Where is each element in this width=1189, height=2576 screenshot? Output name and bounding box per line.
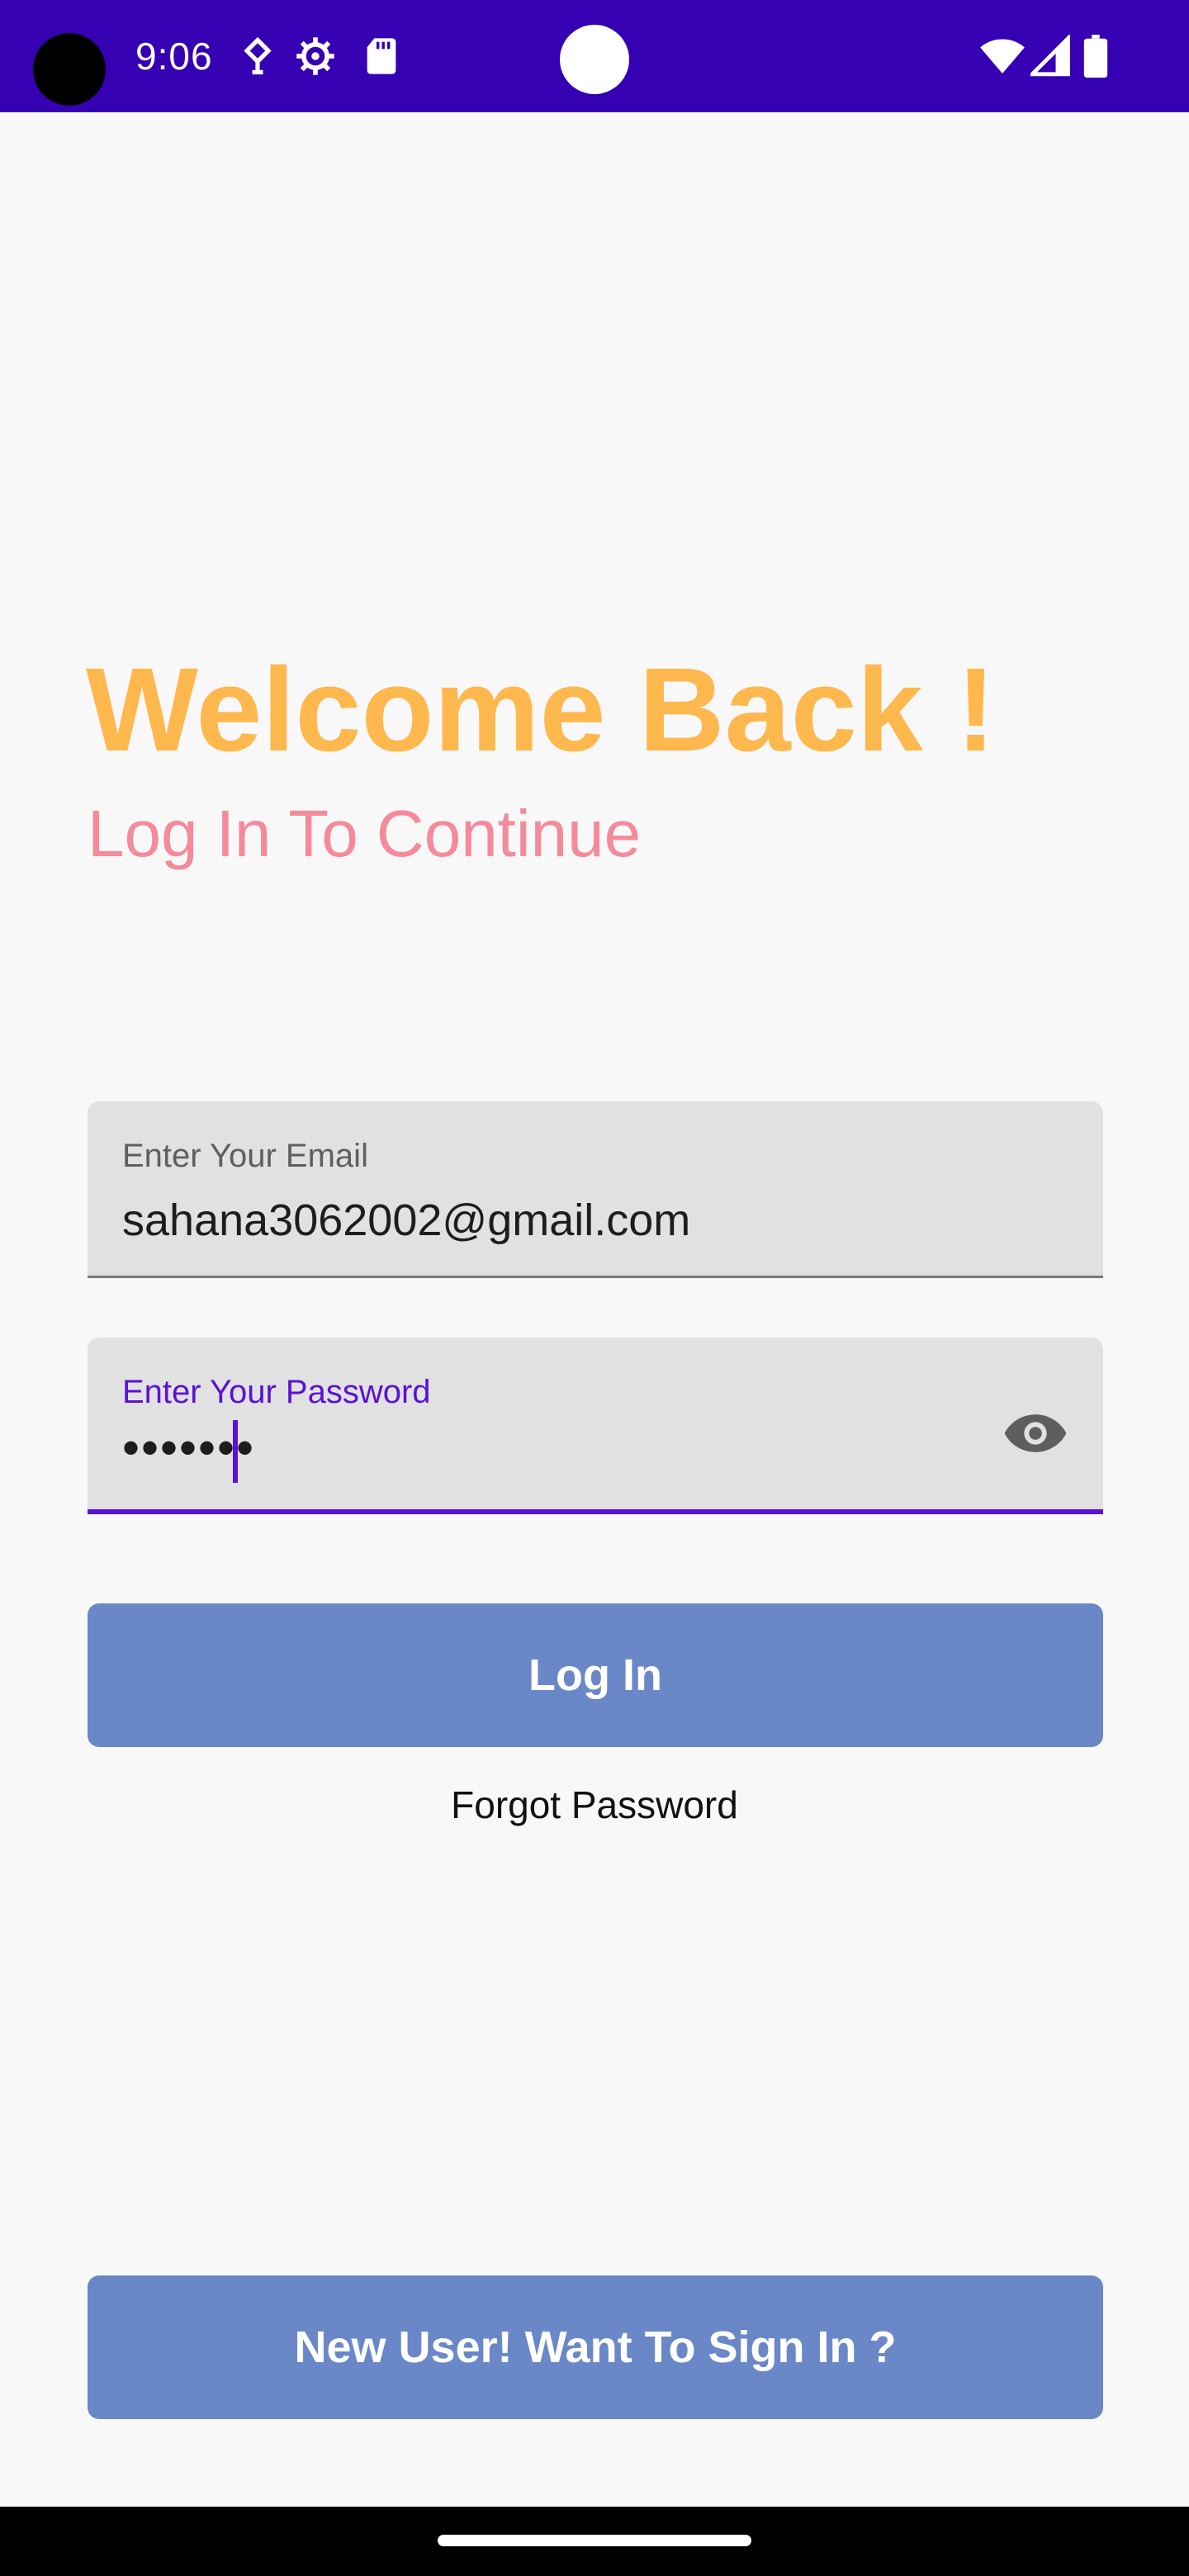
text-cursor [233,1420,238,1483]
welcome-title: Welcome Back ! [86,643,996,776]
sd-card-icon [360,35,403,78]
home-gesture-handle[interactable] [438,2535,751,2546]
login-screen: 9:06 Welcome Back ! Log In To Continue E… [0,0,1189,2576]
password-field-underline [88,1509,1103,1514]
password-field[interactable]: Enter Your Password ••••••• [88,1338,1103,1514]
email-field-label: Enter Your Email [122,1138,368,1174]
eye-icon[interactable] [1002,1400,1068,1466]
new-user-signup-button[interactable]: New User! Want To Sign In ? [88,2275,1103,2419]
battery-icon [1083,35,1108,78]
settings-gear-icon [294,35,337,78]
navigation-bar [0,2507,1189,2576]
password-field-label: Enter Your Password [122,1374,431,1410]
email-field[interactable]: Enter Your Email sahana3062002@gmail.com [88,1101,1103,1278]
camera-cutout [33,33,106,106]
welcome-subtitle: Log In To Continue [88,797,642,870]
vpn-key-icon [236,35,279,78]
email-input[interactable]: sahana3062002@gmail.com [122,1192,690,1248]
status-time: 9:06 [135,35,213,78]
signal-icon [1027,33,1071,78]
login-button[interactable]: Log In [88,1603,1103,1747]
email-field-underline [88,1276,1103,1278]
status-center-dot [560,25,629,94]
status-bar: 9:06 [0,0,1189,112]
wifi-icon [979,35,1026,78]
forgot-password-link[interactable]: Forgot Password [0,1780,1189,1830]
